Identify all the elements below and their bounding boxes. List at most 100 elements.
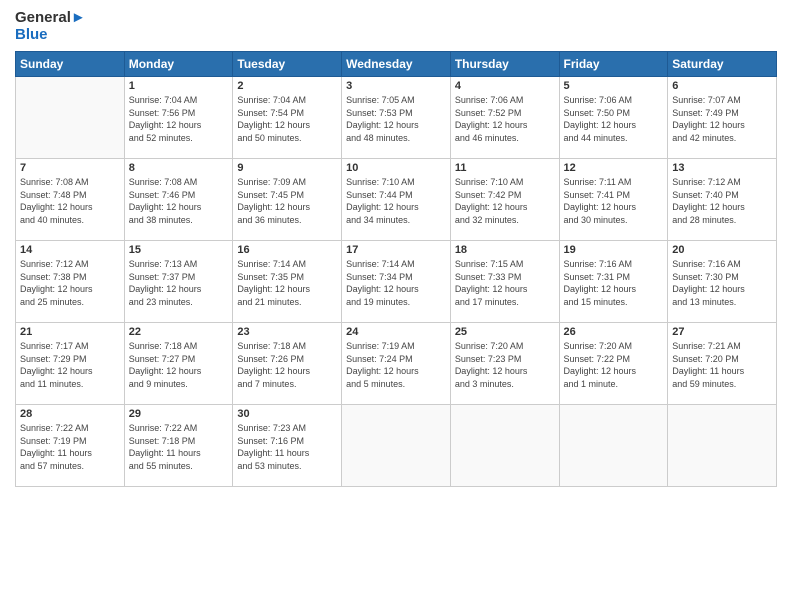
day-of-week-header: Monday [124,52,233,77]
day-info: Sunrise: 7:15 AM Sunset: 7:33 PM Dayligh… [455,258,555,308]
day-number: 10 [346,162,446,174]
calendar-cell: 19 Sunrise: 7:16 AM Sunset: 7:31 PM Dayli… [559,241,668,323]
day-info: Sunrise: 7:22 AM Sunset: 7:19 PM Dayligh… [20,422,120,472]
day-info: Sunrise: 7:09 AM Sunset: 7:45 PM Dayligh… [237,176,337,226]
day-number: 28 [20,408,120,420]
calendar-cell: 21Sunrise: 7:17 AM Sunset: 7:29 PM Dayli… [16,323,125,405]
calendar-cell: 16Sunrise: 7:14 AM Sunset: 7:35 PM Dayli… [233,241,342,323]
day-of-week-header: Wednesday [342,52,451,77]
logo: General► Blue [15,10,86,43]
day-number: 7 [20,162,120,174]
calendar-cell: 3 Sunrise: 7:05 AM Sunset: 7:53 PM Daylig… [342,77,451,159]
calendar-cell [559,405,668,487]
calendar-cell: 13 Sunrise: 7:12 AM Sunset: 7:40 PM Dayli… [668,159,777,241]
day-info: Sunrise: 7:06 AM Sunset: 7:50 PM Dayligh… [564,94,664,144]
day-number: 3 [346,80,446,92]
day-info: Sunrise: 7:12 AM Sunset: 7:38 PM Dayligh… [20,258,120,308]
day-info: Sunrise: 7:14 AM Sunset: 7:35 PM Dayligh… [237,258,337,308]
calendar-cell [668,405,777,487]
day-number: 20 [672,244,772,256]
calendar-cell [450,405,559,487]
day-info: Sunrise: 7:22 AM Sunset: 7:18 PM Dayligh… [129,422,229,472]
calendar-cell: 2 Sunrise: 7:04 AM Sunset: 7:54 PM Daylig… [233,77,342,159]
day-number: 30 [237,408,337,420]
calendar-cell: 11Sunrise: 7:10 AM Sunset: 7:42 PM Dayli… [450,159,559,241]
day-number: 12 [564,162,664,174]
day-info: Sunrise: 7:18 AM Sunset: 7:27 PM Dayligh… [129,340,229,390]
calendar-cell [342,405,451,487]
day-of-week-header: Sunday [16,52,125,77]
calendar-cell: 12 Sunrise: 7:11 AM Sunset: 7:41 PM Dayli… [559,159,668,241]
logo-general: General► [15,10,86,27]
day-number: 8 [129,162,229,174]
day-number: 11 [455,162,555,174]
calendar-cell: 24 Sunrise: 7:19 AM Sunset: 7:24 PM Dayli… [342,323,451,405]
calendar-cell [16,77,125,159]
calendar-cell: 10 Sunrise: 7:10 AM Sunset: 7:44 PM Dayli… [342,159,451,241]
day-info: Sunrise: 7:16 AM Sunset: 7:31 PM Dayligh… [564,258,664,308]
calendar-week-row: 1Sunrise: 7:04 AM Sunset: 7:56 PM Daylig… [16,77,777,159]
day-number: 25 [455,326,555,338]
calendar-week-row: 21Sunrise: 7:17 AM Sunset: 7:29 PM Dayli… [16,323,777,405]
day-number: 9 [237,162,337,174]
day-info: Sunrise: 7:14 AM Sunset: 7:34 PM Dayligh… [346,258,446,308]
day-info: Sunrise: 7:12 AM Sunset: 7:40 PM Dayligh… [672,176,772,226]
day-info: Sunrise: 7:20 AM Sunset: 7:22 PM Dayligh… [564,340,664,390]
day-number: 26 [564,326,664,338]
calendar-cell: 14Sunrise: 7:12 AM Sunset: 7:38 PM Dayli… [16,241,125,323]
calendar-cell: 1Sunrise: 7:04 AM Sunset: 7:56 PM Daylig… [124,77,233,159]
day-info: Sunrise: 7:17 AM Sunset: 7:29 PM Dayligh… [20,340,120,390]
day-number: 5 [564,80,664,92]
calendar-cell: 18Sunrise: 7:15 AM Sunset: 7:33 PM Dayli… [450,241,559,323]
day-info: Sunrise: 7:05 AM Sunset: 7:53 PM Dayligh… [346,94,446,144]
day-number: 6 [672,80,772,92]
day-of-week-header: Tuesday [233,52,342,77]
calendar-week-row: 28 Sunrise: 7:22 AM Sunset: 7:19 PM Dayli… [16,405,777,487]
day-info: Sunrise: 7:06 AM Sunset: 7:52 PM Dayligh… [455,94,555,144]
calendar-cell: 29Sunrise: 7:22 AM Sunset: 7:18 PM Dayli… [124,405,233,487]
page: General► Blue SundayMondayTuesdayWednesd… [0,0,792,612]
day-info: Sunrise: 7:08 AM Sunset: 7:46 PM Dayligh… [129,176,229,226]
day-number: 17 [346,244,446,256]
calendar-header-row: SundayMondayTuesdayWednesdayThursdayFrid… [16,52,777,77]
calendar-cell: 27Sunrise: 7:21 AM Sunset: 7:20 PM Dayli… [668,323,777,405]
day-info: Sunrise: 7:10 AM Sunset: 7:44 PM Dayligh… [346,176,446,226]
day-info: Sunrise: 7:07 AM Sunset: 7:49 PM Dayligh… [672,94,772,144]
logo-text-block: General► Blue [15,10,86,43]
calendar-cell: 28 Sunrise: 7:22 AM Sunset: 7:19 PM Dayli… [16,405,125,487]
calendar-cell: 6 Sunrise: 7:07 AM Sunset: 7:49 PM Daylig… [668,77,777,159]
day-number: 27 [672,326,772,338]
day-info: Sunrise: 7:20 AM Sunset: 7:23 PM Dayligh… [455,340,555,390]
day-number: 19 [564,244,664,256]
day-number: 1 [129,80,229,92]
calendar-cell: 30 Sunrise: 7:23 AM Sunset: 7:16 PM Dayli… [233,405,342,487]
day-info: Sunrise: 7:16 AM Sunset: 7:30 PM Dayligh… [672,258,772,308]
calendar-cell: 15 Sunrise: 7:13 AM Sunset: 7:37 PM Dayli… [124,241,233,323]
calendar-cell: 26 Sunrise: 7:20 AM Sunset: 7:22 PM Dayli… [559,323,668,405]
logo-blue: Blue [15,27,86,44]
day-info: Sunrise: 7:19 AM Sunset: 7:24 PM Dayligh… [346,340,446,390]
day-number: 4 [455,80,555,92]
day-info: Sunrise: 7:08 AM Sunset: 7:48 PM Dayligh… [20,176,120,226]
day-of-week-header: Thursday [450,52,559,77]
calendar-cell: 8 Sunrise: 7:08 AM Sunset: 7:46 PM Daylig… [124,159,233,241]
calendar-table: SundayMondayTuesdayWednesdayThursdayFrid… [15,51,777,487]
day-number: 13 [672,162,772,174]
day-info: Sunrise: 7:18 AM Sunset: 7:26 PM Dayligh… [237,340,337,390]
header: General► Blue [15,10,777,43]
day-info: Sunrise: 7:11 AM Sunset: 7:41 PM Dayligh… [564,176,664,226]
day-info: Sunrise: 7:23 AM Sunset: 7:16 PM Dayligh… [237,422,337,472]
calendar-cell: 23Sunrise: 7:18 AM Sunset: 7:26 PM Dayli… [233,323,342,405]
day-number: 22 [129,326,229,338]
day-number: 15 [129,244,229,256]
day-of-week-header: Friday [559,52,668,77]
calendar-cell: 22 Sunrise: 7:18 AM Sunset: 7:27 PM Dayli… [124,323,233,405]
calendar-cell: 25 Sunrise: 7:20 AM Sunset: 7:23 PM Dayli… [450,323,559,405]
day-number: 2 [237,80,337,92]
calendar-cell: 9 Sunrise: 7:09 AM Sunset: 7:45 PM Daylig… [233,159,342,241]
calendar-week-row: 14Sunrise: 7:12 AM Sunset: 7:38 PM Dayli… [16,241,777,323]
day-info: Sunrise: 7:04 AM Sunset: 7:54 PM Dayligh… [237,94,337,144]
calendar-cell: 4 Sunrise: 7:06 AM Sunset: 7:52 PM Daylig… [450,77,559,159]
day-number: 24 [346,326,446,338]
day-info: Sunrise: 7:13 AM Sunset: 7:37 PM Dayligh… [129,258,229,308]
